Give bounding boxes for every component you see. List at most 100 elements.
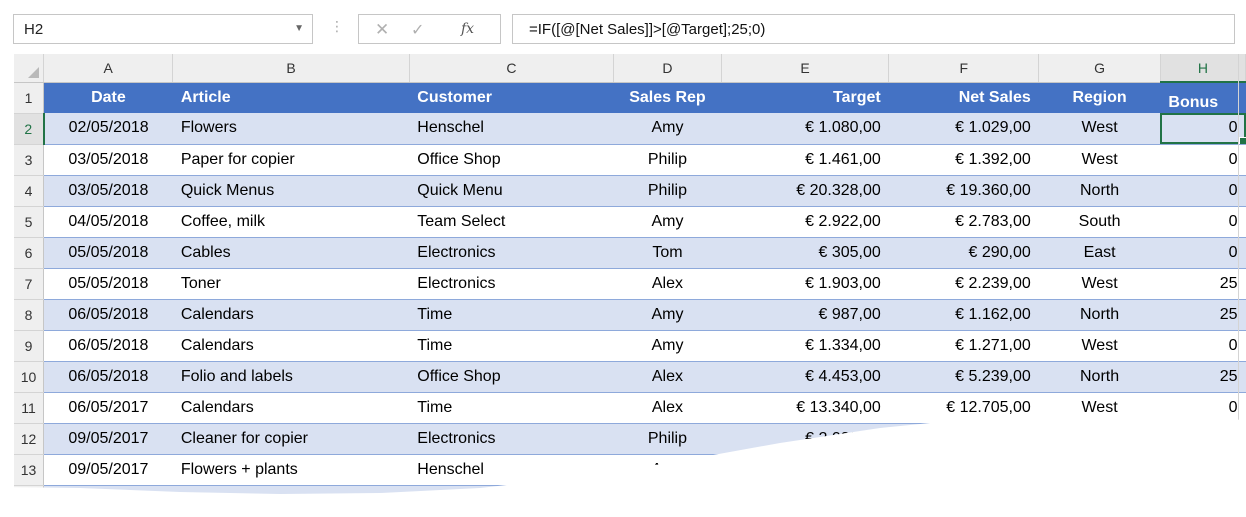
cell-article[interactable]: Calendars [172, 392, 410, 424]
cell-net-sales[interactable] [888, 485, 1039, 494]
cell-date[interactable]: 09/05/2017 [43, 454, 173, 486]
header-cell-sales-rep[interactable]: Sales Rep [613, 82, 722, 113]
cell-customer[interactable]: Henschel [409, 454, 614, 486]
cell-net-sales[interactable]: € 1.029,00 [888, 113, 1039, 145]
cancel-icon[interactable]: ✕ [375, 20, 389, 40]
cell-article[interactable]: Coffee, milk [172, 206, 410, 238]
header-cell-target[interactable]: Target [721, 82, 889, 113]
cell-article[interactable]: Folio and labels [172, 361, 410, 393]
cell-region[interactable]: West [1038, 330, 1161, 362]
row-header-2[interactable]: 2 [14, 113, 45, 145]
cell-customer[interactable]: Quick Menu [409, 175, 614, 207]
cell-customer[interactable]: Electronics [409, 268, 614, 300]
header-cell-region[interactable]: Region [1038, 82, 1161, 113]
cell-article[interactable]: Flowers [172, 113, 410, 145]
cell-sales-rep[interactable]: Amy [613, 330, 722, 362]
cell-bonus[interactable]: 0 [1160, 237, 1246, 269]
cell-customer[interactable]: Time [409, 299, 614, 331]
cell-sales-rep[interactable]: Philip [613, 144, 722, 176]
column-header-h[interactable]: H [1160, 54, 1246, 83]
cell-bonus[interactable]: 0 [1160, 175, 1246, 207]
row-header-5[interactable]: 5 [14, 206, 45, 238]
cell-article[interactable]: Cables [172, 237, 410, 269]
row-header-7[interactable]: 7 [14, 268, 45, 300]
cell-net-sales[interactable]: € 5.239,00 [888, 361, 1039, 393]
cell-date[interactable]: 06/05/2017 [43, 392, 173, 424]
header-cell-article[interactable]: Article [172, 82, 410, 113]
cell-customer[interactable]: Team Select [409, 206, 614, 238]
select-all-button[interactable] [14, 54, 45, 83]
cell-date[interactable]: 06/05/2018 [43, 361, 173, 393]
row-header-4[interactable]: 4 [14, 175, 45, 207]
cell-region[interactable]: North [1038, 361, 1161, 393]
cell-target[interactable]: € 1.080,00 [721, 113, 889, 145]
cell-target[interactable]: € 13.340,00 [721, 392, 889, 424]
cell-net-sales[interactable]: € 12.705,00 [888, 392, 1039, 424]
cell-region[interactable]: West [1038, 268, 1161, 300]
cell-target[interactable]: € 2.922,00 [721, 206, 889, 238]
enter-icon[interactable]: ✓ [411, 20, 424, 40]
cell-region[interactable] [1038, 423, 1161, 455]
cell-sales-rep[interactable]: Philip [613, 175, 722, 207]
cell-net-sales[interactable]: € 290,00 [888, 237, 1039, 269]
cell-target[interactable]: € 987,00 [721, 299, 889, 331]
row-header-8[interactable]: 8 [14, 299, 45, 331]
cell-sales-rep[interactable]: Amy [613, 454, 722, 486]
cell-region[interactable]: West [1038, 392, 1161, 424]
column-header-g[interactable]: G [1038, 54, 1161, 83]
cell-net-sales[interactable]: € 19.360,00 [888, 175, 1039, 207]
cell-sales-rep[interactable] [613, 485, 722, 494]
cell-region[interactable]: North [1038, 299, 1161, 331]
cell-date[interactable]: 06/05/2018 [43, 330, 173, 362]
header-cell-bonus[interactable]: Bonus [1160, 82, 1246, 113]
column-header-f[interactable]: F [888, 54, 1040, 83]
cell-article[interactable]: Toner [172, 268, 410, 300]
cell-net-sales[interactable] [888, 423, 1039, 455]
cell-net-sales[interactable] [888, 454, 1039, 486]
cell-net-sales[interactable]: € 1.271,00 [888, 330, 1039, 362]
cell-bonus[interactable] [1160, 423, 1246, 455]
cell-target[interactable]: € 305,00 [721, 237, 889, 269]
cell-bonus[interactable] [1160, 454, 1246, 486]
cell-bonus[interactable]: 0 [1160, 144, 1246, 176]
cell-net-sales[interactable]: € 2.239,00 [888, 268, 1039, 300]
header-cell-net-sales[interactable]: Net Sales [888, 82, 1039, 113]
row-header-14[interactable]: 14 [14, 485, 45, 494]
cell-article[interactable]: Calendars [172, 330, 410, 362]
cell-region[interactable]: East [1038, 237, 1161, 269]
cell-article[interactable]: Coffee can [172, 485, 410, 494]
function-icon[interactable]: fx [461, 21, 474, 37]
cell-customer[interactable]: Office Shop [409, 361, 614, 393]
cell-customer[interactable]: Electronics [409, 423, 614, 455]
cell-bonus[interactable]: 0 [1160, 330, 1246, 362]
row-header-9[interactable]: 9 [14, 330, 45, 362]
cell-article[interactable]: Paper for copier [172, 144, 410, 176]
cell-region[interactable]: West [1038, 113, 1161, 145]
cell-sales-rep[interactable]: Philip [613, 423, 722, 455]
header-cell-customer[interactable]: Customer [409, 82, 614, 113]
cell-customer[interactable]: Henschel [409, 113, 614, 145]
cell-target[interactable] [721, 485, 889, 494]
cell-sales-rep[interactable]: Alex [613, 268, 722, 300]
cell-region[interactable] [1038, 454, 1161, 486]
row-header-13[interactable]: 13 [14, 454, 45, 486]
cell-customer[interactable]: Electronics [409, 237, 614, 269]
cell-target[interactable]: € 1.461,00 [721, 144, 889, 176]
column-header-d[interactable]: D [613, 54, 722, 83]
cell-target[interactable]: € 1.334,00 [721, 330, 889, 362]
cell-sales-rep[interactable]: Tom [613, 237, 722, 269]
drag-handle-icon[interactable]: ⋮ [330, 18, 344, 35]
cell-sales-rep[interactable]: Alex [613, 361, 722, 393]
cell-date[interactable]: 03/05/2018 [43, 175, 173, 207]
column-header-a[interactable]: A [43, 54, 174, 83]
cell-bonus[interactable]: 25 [1160, 361, 1246, 393]
cell-net-sales[interactable]: € 2.783,00 [888, 206, 1039, 238]
cell-article[interactable]: Flowers + plants [172, 454, 410, 486]
formula-input[interactable]: =IF([@[Net Sales]]>[@Target];25;0) [512, 14, 1235, 44]
cell-customer[interactable]: Team Select [409, 485, 614, 494]
cell-sales-rep[interactable]: Amy [613, 113, 722, 145]
cell-date[interactable]: 11/05/2017 [43, 485, 173, 494]
cell-sales-rep[interactable]: Alex [613, 392, 722, 424]
cell-bonus[interactable] [1160, 485, 1246, 494]
cell-target[interactable]: € 2.033,00 [721, 423, 889, 455]
